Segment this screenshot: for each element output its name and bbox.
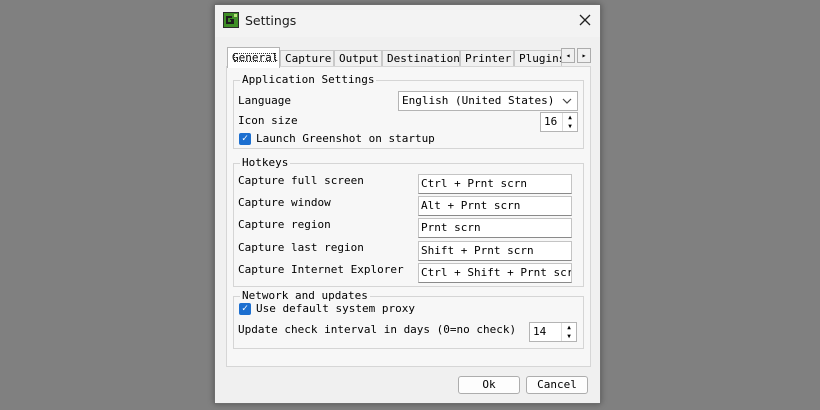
hotkey-value: Prnt scrn <box>421 221 481 234</box>
hotkey-input-region[interactable]: Prnt scrn <box>418 218 572 238</box>
default-proxy-checkbox[interactable]: ✓ <box>239 303 251 315</box>
hotkey-input-window[interactable]: Alt + Prnt scrn <box>418 196 572 216</box>
hotkey-value: Shift + Prnt scrn <box>421 244 534 257</box>
tab-label: Destination <box>387 52 460 65</box>
group-title: Hotkeys <box>240 156 291 170</box>
hotkey-label: Capture last region <box>238 241 364 254</box>
tab-printer[interactable]: Printer <box>460 50 514 67</box>
chevron-left-icon: ◂ <box>565 51 571 60</box>
greenshot-icon <box>223 12 239 28</box>
hotkey-label: Capture window <box>238 196 331 209</box>
ok-button[interactable]: Ok <box>458 376 520 394</box>
tab-plugins[interactable]: Plugins <box>514 50 562 67</box>
tab-destination[interactable]: Destination <box>382 50 460 67</box>
default-proxy-label: Use default system proxy <box>256 302 415 315</box>
group-title: Network and updates <box>240 289 370 303</box>
tab-output[interactable]: Output <box>334 50 382 67</box>
chevron-down-icon <box>562 98 572 104</box>
general-tab-panel: Application Settings Language English (U… <box>226 66 591 367</box>
chevron-right-icon: ▸ <box>581 51 587 60</box>
tab-label: General <box>232 51 279 64</box>
application-settings-group: Application Settings Language English (U… <box>233 73 584 149</box>
launch-on-startup-checkbox[interactable]: ✓ <box>239 133 251 145</box>
update-interval-value: 14 <box>533 325 547 338</box>
spin-down-icon[interactable]: ▼ <box>563 122 577 131</box>
hotkey-input-internet-explorer[interactable]: Ctrl + Shift + Prnt scrn <box>418 263 572 283</box>
title-bar: Settings <box>215 5 600 37</box>
hotkey-value: Ctrl + Shift + Prnt scrn <box>421 266 572 279</box>
tab-capture[interactable]: Capture <box>280 50 334 67</box>
hotkey-label: Capture Internet Explorer <box>238 263 404 276</box>
window-title: Settings <box>245 13 297 28</box>
tab-scroll-left-button[interactable]: ◂ <box>561 48 575 63</box>
icon-size-stepper[interactable]: 16 ▲ ▼ <box>540 112 578 132</box>
language-label: Language <box>238 94 291 107</box>
update-interval-stepper[interactable]: 14 ▲ ▼ <box>529 322 577 342</box>
spin-up-icon[interactable]: ▲ <box>563 113 577 122</box>
launch-on-startup-label: Launch Greenshot on startup <box>256 132 435 145</box>
cancel-button[interactable]: Cancel <box>526 376 588 394</box>
network-updates-group: Network and updates ✓ Use default system… <box>233 289 584 349</box>
tab-general[interactable]: General <box>227 47 280 68</box>
hotkey-input-last-region[interactable]: Shift + Prnt scrn <box>418 241 572 261</box>
settings-dialog: Settings General Capture Output Destinat… <box>214 4 601 404</box>
tab-bar: General Capture Output Destination Print… <box>227 47 591 68</box>
tab-label: Printer <box>465 52 512 65</box>
cancel-label: Cancel <box>537 378 577 391</box>
hotkey-input-full-screen[interactable]: Ctrl + Prnt scrn <box>418 174 572 194</box>
language-value: English (United States) <box>402 94 555 107</box>
icon-size-label: Icon size <box>238 114 298 127</box>
hotkey-label: Capture full screen <box>238 174 364 187</box>
close-icon <box>579 14 591 26</box>
update-interval-label: Update check interval in days (0=no chec… <box>238 323 517 336</box>
hotkey-value: Ctrl + Prnt scrn <box>421 177 527 190</box>
icon-size-value: 16 <box>544 115 558 128</box>
spin-buttons: ▲ ▼ <box>561 323 576 341</box>
ok-label: Ok <box>482 378 496 391</box>
hotkey-value: Alt + Prnt scrn <box>421 199 521 212</box>
spin-up-icon[interactable]: ▲ <box>562 323 576 332</box>
tab-label: Capture <box>285 52 332 65</box>
tab-scroll-right-button[interactable]: ▸ <box>577 48 591 63</box>
close-button[interactable] <box>570 5 600 35</box>
spin-buttons: ▲ ▼ <box>562 113 577 131</box>
hotkey-label: Capture region <box>238 218 331 231</box>
tab-label: Plugins <box>519 52 562 65</box>
spin-down-icon[interactable]: ▼ <box>562 332 576 341</box>
tab-label: Output <box>339 52 379 65</box>
group-title: Application Settings <box>240 73 377 87</box>
language-select[interactable]: English (United States) <box>398 91 578 111</box>
hotkeys-group: Hotkeys Capture full screen Ctrl + Prnt … <box>233 156 584 287</box>
